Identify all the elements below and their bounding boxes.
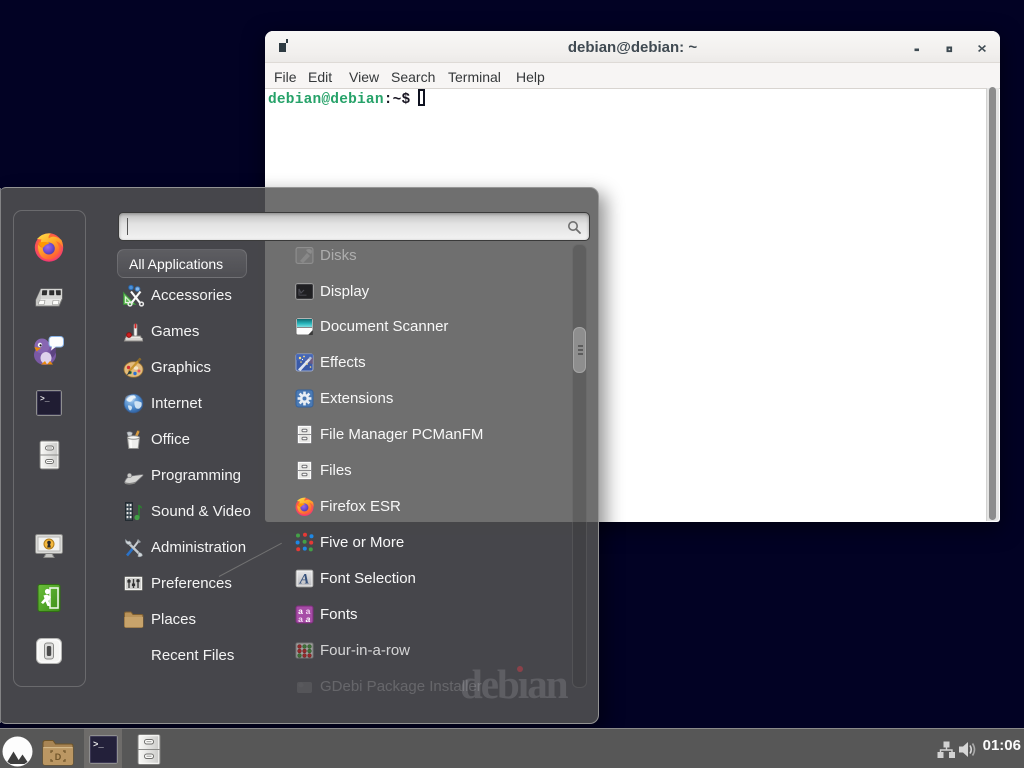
svg-text:>_: >_ <box>93 740 104 750</box>
svg-text:a: a <box>306 614 311 624</box>
svg-text:>_: >_ <box>40 395 50 404</box>
svg-text:A: A <box>299 572 310 588</box>
svg-text:a: a <box>298 614 303 624</box>
svg-text:D: D <box>55 752 62 762</box>
